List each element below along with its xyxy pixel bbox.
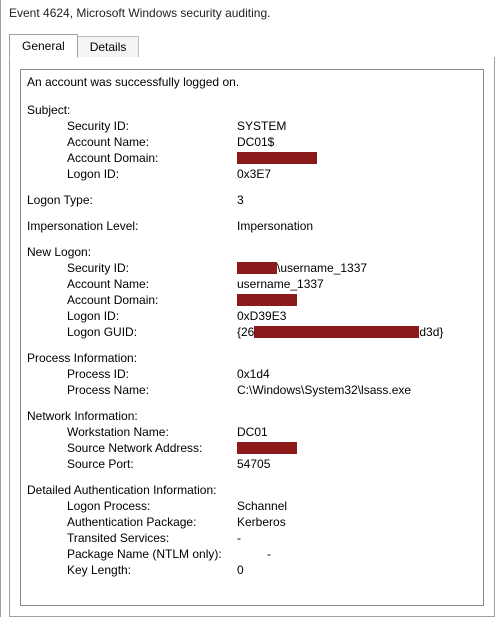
auth-package-row: Authentication Package: Kerberos bbox=[27, 514, 477, 530]
field-value: 0x3E7 bbox=[237, 166, 271, 182]
event-description-panel[interactable]: An account was successfully logged on. S… bbox=[20, 69, 484, 606]
network-info-heading: Network Information: bbox=[27, 408, 477, 424]
event-message: An account was successfully logged on. bbox=[27, 74, 477, 90]
subject-heading: Subject: bbox=[27, 102, 477, 118]
field-value: 0 bbox=[237, 562, 244, 578]
window-title: Event 4624, Microsoft Windows security a… bbox=[1, 0, 503, 26]
newlogon-logon-id-row: Logon ID: 0xD39E3 bbox=[27, 308, 477, 324]
process-info-heading: Process Information: bbox=[27, 350, 477, 366]
subject-security-id-row: Security ID: SYSTEM bbox=[27, 118, 477, 134]
redacted-value bbox=[254, 326, 419, 338]
field-value: 3 bbox=[237, 192, 244, 208]
field-label: Authentication Package: bbox=[67, 514, 237, 530]
field-value: {26 d3d} bbox=[237, 324, 443, 340]
field-value: DC01 bbox=[237, 424, 268, 440]
newlogon-account-name-row: Account Name: username_1337 bbox=[27, 276, 477, 292]
field-label: Account Name: bbox=[67, 276, 237, 292]
process-id-row: Process ID: 0x1d4 bbox=[27, 366, 477, 382]
field-value: DC01$ bbox=[237, 134, 274, 150]
newlogon-security-id-row: Security ID: \username_1337 bbox=[27, 260, 477, 276]
tab-general[interactable]: General bbox=[9, 34, 78, 58]
field-label: Key Length: bbox=[67, 562, 237, 578]
field-label: Account Domain: bbox=[67, 150, 237, 166]
tab-content: An account was successfully logged on. S… bbox=[9, 57, 495, 617]
subject-logon-id-row: Logon ID: 0x3E7 bbox=[27, 166, 477, 182]
newlogon-account-domain-row: Account Domain: bbox=[27, 292, 477, 308]
field-value: - bbox=[267, 546, 271, 562]
redacted-value bbox=[237, 262, 277, 274]
field-label: Logon ID: bbox=[67, 166, 237, 182]
field-label: Transited Services: bbox=[67, 530, 237, 546]
subject-account-domain-row: Account Domain: bbox=[27, 150, 477, 166]
field-value: 0x1d4 bbox=[237, 366, 270, 382]
subject-account-name-row: Account Name: DC01$ bbox=[27, 134, 477, 150]
security-id-suffix: \username_1337 bbox=[277, 260, 367, 276]
impersonation-row: Impersonation Level: Impersonation bbox=[27, 218, 477, 234]
field-value: \username_1337 bbox=[237, 260, 367, 276]
redacted-value bbox=[237, 294, 297, 306]
field-label: Security ID: bbox=[67, 118, 237, 134]
field-value bbox=[237, 442, 297, 454]
workstation-row: Workstation Name: DC01 bbox=[27, 424, 477, 440]
field-label: Logon GUID: bbox=[67, 324, 237, 340]
auth-info-heading: Detailed Authentication Information: bbox=[27, 482, 477, 498]
field-value: 0xD39E3 bbox=[237, 308, 286, 324]
source-port-row: Source Port: 54705 bbox=[27, 456, 477, 472]
key-length-row: Key Length: 0 bbox=[27, 562, 477, 578]
field-value bbox=[237, 152, 317, 164]
field-label: Source Network Address: bbox=[67, 440, 237, 456]
guid-suffix: d3d} bbox=[419, 324, 443, 340]
redacted-value bbox=[237, 442, 297, 454]
transited-row: Transited Services: - bbox=[27, 530, 477, 546]
new-logon-heading: New Logon: bbox=[27, 244, 477, 260]
guid-prefix: {26 bbox=[237, 324, 254, 340]
logon-type-row: Logon Type: 3 bbox=[27, 192, 477, 208]
field-value: SYSTEM bbox=[237, 118, 286, 134]
tab-strip: General Details bbox=[9, 34, 503, 57]
field-label: Impersonation Level: bbox=[27, 218, 237, 234]
newlogon-logon-guid-row: Logon GUID: {26 d3d} bbox=[27, 324, 477, 340]
tab-details[interactable]: Details bbox=[77, 36, 140, 57]
field-value: - bbox=[237, 530, 241, 546]
field-label: Source Port: bbox=[67, 456, 237, 472]
field-label: Account Name: bbox=[67, 134, 237, 150]
field-label: Logon Process: bbox=[67, 498, 237, 514]
field-value: Kerberos bbox=[237, 514, 286, 530]
field-label: Logon ID: bbox=[67, 308, 237, 324]
field-value: 54705 bbox=[237, 456, 270, 472]
field-label: Security ID: bbox=[67, 260, 237, 276]
logon-process-row: Logon Process: Schannel bbox=[27, 498, 477, 514]
field-label: Package Name (NTLM only): bbox=[67, 546, 267, 562]
field-value bbox=[237, 294, 297, 306]
field-label: Logon Type: bbox=[27, 192, 237, 208]
field-label: Process ID: bbox=[67, 366, 237, 382]
field-label: Account Domain: bbox=[67, 292, 237, 308]
package-name-row: Package Name (NTLM only): - bbox=[27, 546, 477, 562]
field-label: Workstation Name: bbox=[67, 424, 237, 440]
field-value: C:\Windows\System32\lsass.exe bbox=[237, 382, 411, 398]
field-value: Schannel bbox=[237, 498, 287, 514]
field-value: username_1337 bbox=[237, 276, 324, 292]
field-value: Impersonation bbox=[237, 218, 313, 234]
event-properties-window: Event 4624, Microsoft Windows security a… bbox=[0, 0, 503, 617]
field-label: Process Name: bbox=[67, 382, 237, 398]
redacted-value bbox=[237, 152, 317, 164]
source-address-row: Source Network Address: bbox=[27, 440, 477, 456]
process-name-row: Process Name: C:\Windows\System32\lsass.… bbox=[27, 382, 477, 398]
